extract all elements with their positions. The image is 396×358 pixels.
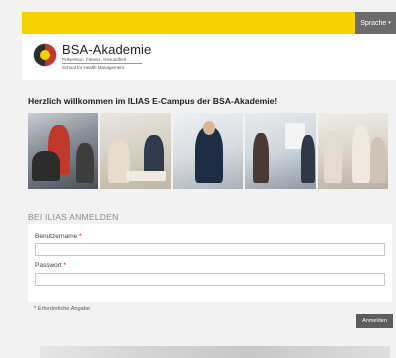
login-button[interactable]: Anmelden	[356, 314, 393, 328]
required-note-text: Erforderliche Angabe	[37, 306, 90, 312]
login-section-heading: BEI ILIAS ANMELDEN	[28, 212, 119, 222]
banner-photo-fitness	[28, 113, 99, 189]
banner-photo-office	[172, 113, 244, 189]
required-note: * Erforderliche Angabe	[34, 306, 90, 312]
banner-photo-presentation	[245, 113, 316, 189]
required-marker: *	[63, 262, 67, 269]
banner-photo-training	[317, 113, 389, 189]
login-form: Benutzername * Passwort *	[28, 224, 392, 302]
password-label-text: Passwort	[35, 262, 62, 269]
required-marker: *	[79, 233, 82, 240]
banner-image-strip	[28, 113, 389, 189]
password-input[interactable]	[35, 273, 385, 286]
site-header: BSA-Akademie Prävention, Fitness, Gesund…	[22, 34, 396, 80]
username-label: Benutzername *	[35, 233, 82, 240]
main-content: Herzlich willkommen im ILIAS E-Campus de…	[22, 86, 396, 336]
footer-strip	[40, 346, 390, 358]
brand-name: BSA-Akademie	[62, 42, 152, 57]
chevron-down-icon: ▾	[388, 20, 391, 26]
bsa-logo-icon[interactable]	[33, 43, 57, 67]
brand-tagline: Prävention, Fitness, Gesundheit	[62, 57, 127, 62]
language-label: Sprache	[360, 19, 387, 27]
welcome-heading: Herzlich willkommen im ILIAS E-Campus de…	[28, 96, 278, 106]
banner-photo-consulting	[100, 113, 171, 189]
top-bar: Sprache ▾	[22, 12, 396, 34]
password-label: Passwort *	[35, 262, 66, 269]
username-label-text: Benutzername	[35, 233, 78, 240]
username-input[interactable]	[35, 243, 385, 256]
brand-divider	[62, 63, 142, 64]
language-dropdown-button[interactable]: Sprache ▾	[355, 12, 396, 34]
required-marker: *	[34, 306, 37, 312]
brand-school: School for Health Management	[62, 65, 125, 70]
